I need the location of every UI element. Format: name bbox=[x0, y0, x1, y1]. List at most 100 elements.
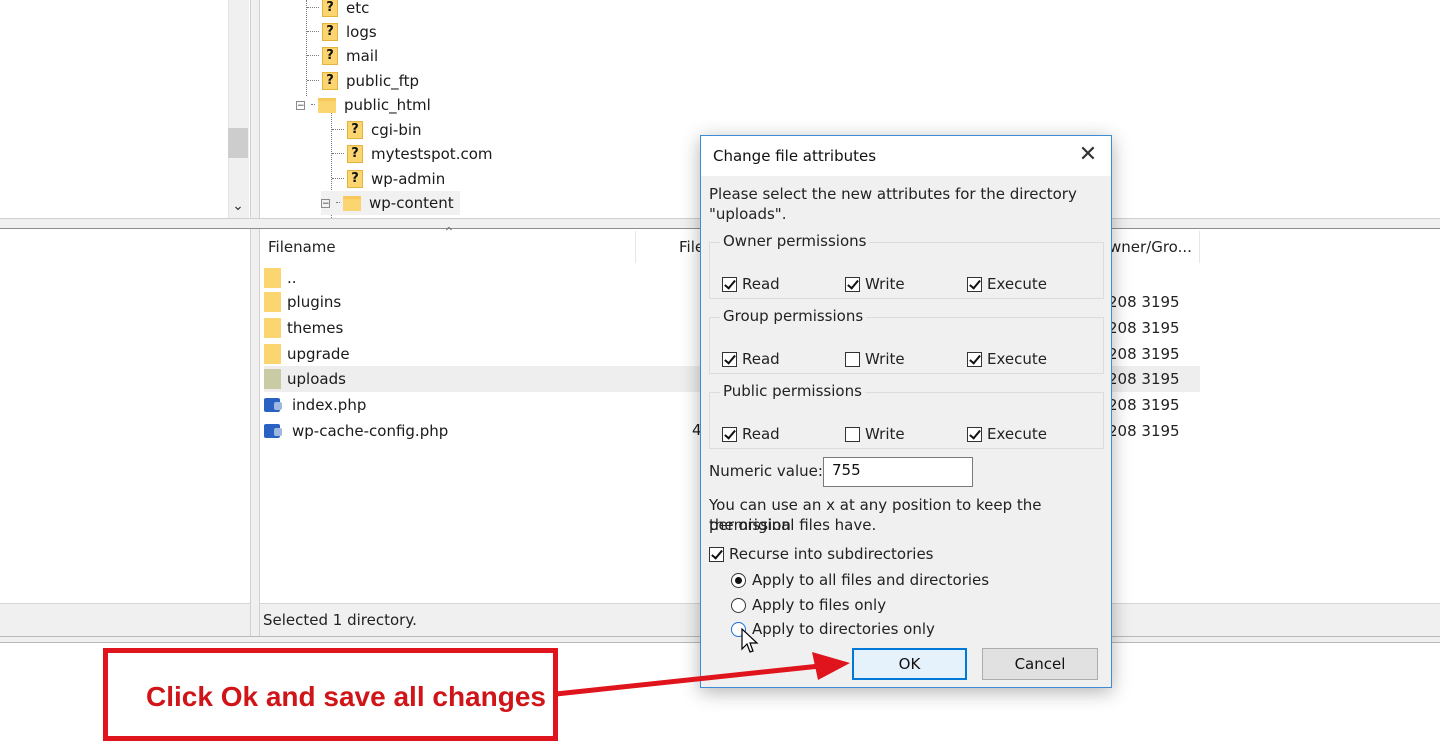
checkbox-label: Execute bbox=[987, 425, 1047, 443]
tree-item-wp-admin[interactable]: ? wp-admin bbox=[332, 167, 445, 191]
tree-item-label: logs bbox=[346, 23, 377, 41]
question-folder-icon: ? bbox=[322, 0, 338, 17]
tree-item-label: cgi-bin bbox=[371, 121, 422, 139]
tree-item-public-html[interactable]: − public_html bbox=[296, 93, 431, 117]
tree-connector bbox=[307, 7, 319, 9]
file-owner: 208 3195 bbox=[1108, 293, 1180, 311]
tree-item-logs[interactable]: ? logs bbox=[307, 20, 377, 44]
column-separator[interactable] bbox=[1199, 231, 1200, 263]
question-folder-icon: ? bbox=[322, 47, 338, 65]
radio-label: Apply to directories only bbox=[752, 620, 935, 638]
group-legend: Owner permissions bbox=[720, 232, 870, 250]
folder-icon bbox=[264, 268, 281, 288]
column-filename[interactable]: Filename bbox=[268, 231, 336, 263]
tree-connector bbox=[307, 31, 319, 33]
checkbox-box[interactable] bbox=[967, 351, 982, 367]
tree-item-mytestspot[interactable]: ? mytestspot.com bbox=[332, 142, 493, 166]
checkbox-box[interactable] bbox=[722, 276, 737, 292]
collapse-toggle-icon[interactable]: − bbox=[321, 198, 330, 208]
public-permissions-group: Public permissions Read Write Execute bbox=[709, 382, 1104, 449]
file-name: index.php bbox=[292, 396, 367, 414]
checkbox-label: Write bbox=[865, 425, 905, 443]
radio-label: Apply to files only bbox=[752, 596, 887, 614]
sort-ascending-icon: ⌃ bbox=[443, 225, 455, 241]
group-read-checkbox[interactable]: Read bbox=[722, 350, 780, 368]
checkbox-box[interactable] bbox=[967, 276, 982, 292]
owner-execute-checkbox[interactable]: Execute bbox=[967, 275, 1047, 293]
scrollbar-thumb[interactable] bbox=[228, 128, 248, 158]
php-file-icon bbox=[264, 424, 282, 438]
scroll-down-chevron-icon[interactable]: ⌄ bbox=[230, 198, 246, 218]
checkbox-box[interactable] bbox=[845, 426, 860, 442]
column-owner[interactable]: wner/Gro... bbox=[1109, 231, 1192, 263]
tree-item-public-ftp[interactable]: ? public_ftp bbox=[307, 69, 419, 93]
file-name: wp-cache-config.php bbox=[292, 422, 449, 440]
question-folder-icon: ? bbox=[347, 121, 363, 139]
radio-apply-all[interactable]: Apply to all files and directories bbox=[731, 571, 989, 589]
checkbox-label: Read bbox=[742, 275, 780, 293]
checkbox-label: Execute bbox=[987, 350, 1047, 368]
tree-connector bbox=[307, 80, 319, 82]
radio-circle[interactable] bbox=[731, 597, 746, 613]
tree-item-etc[interactable]: ? etc bbox=[307, 0, 369, 20]
tree-item-cgi-bin[interactable]: ? cgi-bin bbox=[332, 118, 422, 142]
collapse-toggle-icon[interactable]: − bbox=[296, 100, 305, 110]
tree-connector bbox=[336, 202, 340, 204]
question-folder-icon: ? bbox=[347, 170, 363, 188]
file-owner: 208 3195 bbox=[1108, 370, 1180, 388]
annotation-callout: Click Ok and save all changes bbox=[103, 648, 558, 741]
tree-item-label: public_html bbox=[344, 96, 431, 114]
dialog-intro-line1: Please select the new attributes for the… bbox=[709, 185, 1077, 203]
tree-item-label: public_ftp bbox=[346, 72, 420, 90]
numeric-value-input[interactable]: 755 bbox=[823, 457, 973, 487]
checkbox-box[interactable] bbox=[845, 351, 860, 367]
file-name: plugins bbox=[287, 293, 342, 311]
checkbox-box[interactable] bbox=[845, 276, 860, 292]
radio-apply-directories[interactable]: Apply to directories only bbox=[731, 620, 935, 638]
tree-item-wp-content[interactable]: − wp-content bbox=[321, 191, 460, 215]
tree-item-label: etc bbox=[346, 0, 370, 17]
file-owner: 208 3195 bbox=[1108, 396, 1180, 414]
radio-circle[interactable] bbox=[731, 572, 746, 588]
vertical-splitter[interactable] bbox=[250, 0, 260, 636]
checkbox-box[interactable] bbox=[722, 426, 737, 442]
owner-read-checkbox[interactable]: Read bbox=[722, 275, 780, 293]
owner-write-checkbox[interactable]: Write bbox=[845, 275, 905, 293]
numeric-value-label: Numeric value: bbox=[709, 462, 823, 480]
remote-tree: ? etc ? logs ? mail ? public_ftp − publi… bbox=[262, 0, 702, 218]
tree-item-label: wp-content bbox=[369, 194, 454, 212]
checkbox-label: Write bbox=[865, 350, 905, 368]
tree-connector bbox=[307, 55, 319, 57]
change-file-attributes-dialog: Change file attributes ✕ Please select t… bbox=[700, 135, 1112, 688]
folder-icon bbox=[343, 195, 361, 211]
checkbox-label: Write bbox=[865, 275, 905, 293]
close-icon[interactable]: ✕ bbox=[1075, 142, 1101, 168]
checkbox-box[interactable] bbox=[967, 426, 982, 442]
checkbox-box[interactable] bbox=[709, 546, 724, 562]
public-write-checkbox[interactable]: Write bbox=[845, 425, 905, 443]
local-tree-scrollbar[interactable] bbox=[228, 0, 249, 218]
checkbox-label: Read bbox=[742, 350, 780, 368]
file-name: uploads bbox=[287, 370, 346, 388]
file-owner: 208 3195 bbox=[1108, 422, 1180, 440]
cancel-button[interactable]: Cancel bbox=[982, 648, 1098, 680]
ok-button[interactable]: OK bbox=[852, 648, 967, 680]
group-execute-checkbox[interactable]: Execute bbox=[967, 350, 1047, 368]
dialog-title-bar[interactable]: Change file attributes ✕ bbox=[701, 136, 1111, 176]
tree-connector bbox=[332, 129, 344, 131]
tree-item-mail[interactable]: ? mail bbox=[307, 44, 378, 68]
group-write-checkbox[interactable]: Write bbox=[845, 350, 905, 368]
local-status-bar bbox=[0, 603, 250, 637]
public-execute-checkbox[interactable]: Execute bbox=[967, 425, 1047, 443]
recurse-checkbox[interactable]: Recurse into subdirectories bbox=[709, 545, 934, 563]
folder-icon bbox=[318, 97, 336, 113]
dialog-title: Change file attributes bbox=[713, 147, 877, 165]
radio-apply-files[interactable]: Apply to files only bbox=[731, 596, 886, 614]
checkbox-box[interactable] bbox=[722, 351, 737, 367]
file-name: themes bbox=[287, 319, 344, 337]
annotation-text: Click Ok and save all changes bbox=[146, 681, 546, 712]
hint-line2: the original files have. bbox=[709, 516, 877, 534]
public-read-checkbox[interactable]: Read bbox=[722, 425, 780, 443]
folder-icon bbox=[264, 344, 281, 364]
column-separator[interactable] bbox=[635, 231, 636, 263]
